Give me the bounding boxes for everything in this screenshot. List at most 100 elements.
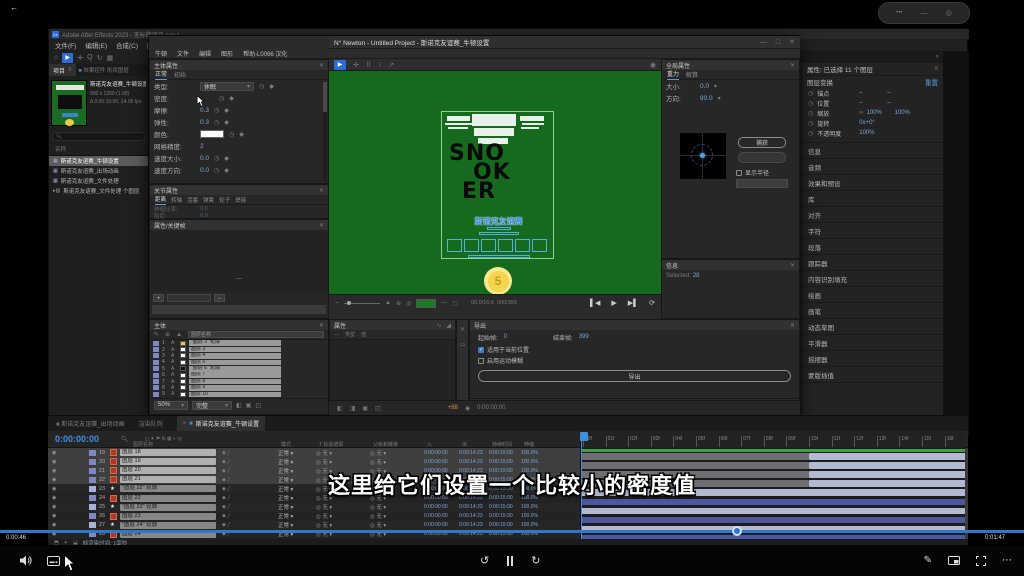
eye-icon[interactable]: ◉: [48, 522, 60, 528]
link-icon[interactable]: ∞: [859, 110, 863, 116]
panel-section-9[interactable]: 绘画: [802, 287, 943, 303]
camera-tool-icon[interactable]: ▦: [106, 54, 113, 62]
project-item[interactable]: ▦斯诺克友谊赛_牛顿设置: [49, 156, 148, 166]
eye-icon[interactable]: ◉: [48, 504, 60, 510]
camera-icon[interactable]: ◉: [465, 405, 470, 412]
edit-pencil-icon[interactable]: ✎: [924, 555, 932, 566]
add-keyframe-button[interactable]: +: [153, 294, 164, 302]
project-search-input[interactable]: 🔍︎: [52, 132, 145, 141]
end-frame-value[interactable]: 399: [579, 334, 589, 340]
out-value[interactable]: 0:00:14:23: [459, 522, 489, 528]
joint-tab-0[interactable]: 距离: [155, 195, 166, 205]
stretch-value[interactable]: 100.0%: [521, 513, 549, 519]
mode-select[interactable]: 正常 ▾: [278, 503, 316, 511]
pause-icon[interactable]: [507, 556, 513, 566]
in-value[interactable]: 0:00:00:00: [424, 459, 459, 465]
keyframe-diamond-icon[interactable]: ◆: [229, 95, 234, 102]
gravity-tool-icon[interactable]: ↓: [378, 61, 382, 68]
parent-select[interactable]: ◎ 无 ▾: [370, 458, 424, 466]
type-dropdown[interactable]: 休眠▾: [200, 82, 254, 91]
layer-bar[interactable]: [581, 535, 965, 539]
panel-section-14[interactable]: 蒙版插值: [802, 367, 943, 383]
zoom-slider[interactable]: [344, 303, 380, 304]
joint-tab-5[interactable]: 焊接: [235, 196, 246, 204]
fullscreen-icon[interactable]: [976, 556, 986, 566]
newton-menu-0[interactable]: 牛顿: [155, 49, 167, 58]
timeline-col-header[interactable]: 伸缩: [524, 441, 552, 448]
snapshot-icon[interactable]: ◉: [650, 61, 656, 69]
stopwatch-icon[interactable]: ◷: [808, 130, 813, 137]
close-circle-icon[interactable]: ◎: [946, 9, 952, 17]
trash-icon[interactable]: ▭: [460, 341, 466, 348]
label-chip[interactable]: [89, 522, 96, 528]
bodies-filter-input[interactable]: 图层名称: [188, 331, 324, 338]
transform-value-2[interactable]: –: [887, 90, 890, 96]
transform-value-1[interactable]: 0x+0°: [859, 120, 887, 126]
joint-tab-2[interactable]: 活塞: [187, 196, 198, 204]
stretch-value[interactable]: 100.0%: [521, 450, 549, 456]
zoom-out-icon[interactable]: −: [335, 300, 339, 307]
keyframe-diamond-icon[interactable]: ◆: [239, 131, 244, 138]
go-to-start-icon[interactable]: ▌◀: [590, 299, 600, 307]
project-item[interactable]: ▸▨斯诺克友谊赛_文件处理 个图层: [49, 186, 148, 196]
view-icon-1[interactable]: ◧: [236, 402, 242, 409]
scrollbar[interactable]: [323, 82, 327, 182]
matte-select[interactable]: ◎ 无 ▾: [316, 449, 370, 457]
layer-bar[interactable]: [581, 453, 809, 460]
zoom-in-icon[interactable]: ▲: [385, 300, 391, 306]
layer-switches[interactable]: ◆ ╱: [222, 459, 278, 465]
stopwatch-icon[interactable]: ◷: [214, 107, 219, 114]
home-icon[interactable]: ⌂: [54, 54, 58, 61]
tab-solver[interactable]: 解算: [686, 70, 698, 79]
stopwatch-icon[interactable]: ◷: [808, 120, 813, 127]
body-field-value[interactable]: 0.3: [200, 107, 209, 114]
panel-section-5[interactable]: 字符: [802, 223, 943, 239]
stopwatch-icon[interactable]: ◷: [259, 83, 264, 90]
keyframe-diamond-icon[interactable]: ◆: [224, 119, 229, 126]
gravity-size-value[interactable]: 0.0: [700, 83, 709, 90]
panel-close-icon[interactable]: ✕: [790, 322, 795, 329]
timeline-layer-row[interactable]: ◉26图层 23◆ ╱正常 ▾◎ 无 ▾◎ 无 ▾0:00:00:000:00:…: [48, 512, 580, 521]
stopwatch-icon[interactable]: ◷: [808, 90, 813, 97]
newton-maximize-icon[interactable]: □: [776, 39, 780, 46]
duration-value[interactable]: 0:00:15:00: [489, 504, 521, 510]
ae-menu-0[interactable]: 文件(F): [55, 40, 76, 50]
replay-icon[interactable]: ↺: [480, 554, 489, 567]
bounds-icon[interactable]: ▢: [452, 300, 458, 307]
panel-section-7[interactable]: 跟踪器: [802, 255, 943, 271]
stopwatch-icon[interactable]: ◷: [214, 155, 219, 162]
timeline-ruler[interactable]: 00f01f02f03f04f05f06f07f08f09f10f11f12f1…: [580, 431, 965, 448]
panel-section-11[interactable]: 动态草图: [802, 319, 943, 335]
panel-section-12[interactable]: 平滑器: [802, 335, 943, 351]
transform-value-2[interactable]: 100%: [895, 110, 910, 116]
radius-checkbox[interactable]: 显示半径: [736, 168, 769, 177]
eye-icon[interactable]: ◉: [48, 513, 60, 519]
body-field-value[interactable]: 0.0: [200, 155, 209, 162]
tab-gravity[interactable]: 重力: [667, 69, 679, 80]
pip-icon[interactable]: [948, 556, 960, 565]
stopwatch-icon[interactable]: ◷: [808, 100, 813, 107]
comp-name[interactable]: 斯诺克友谊赛_牛顿设置: [90, 80, 146, 88]
parent-select[interactable]: ◎ 无 ▾: [370, 449, 424, 457]
panel-close-icon[interactable]: ✕: [319, 322, 324, 329]
subtitle-toggle-icon[interactable]: [47, 556, 60, 566]
newton-menu-3[interactable]: 图形: [221, 49, 233, 58]
duration-value[interactable]: 0:00:15:00: [489, 513, 521, 519]
project-name-header[interactable]: 名称: [49, 143, 148, 156]
tab-project[interactable]: 项目≡: [49, 64, 76, 76]
layer-switches[interactable]: ◆ ╱: [222, 450, 278, 456]
mode-select[interactable]: 正常 ▾: [278, 458, 316, 466]
stopwatch-icon[interactable]: ◷: [219, 95, 224, 102]
layer-bar[interactable]: [809, 453, 965, 460]
panel-section-13[interactable]: 摇摆器: [802, 351, 943, 367]
step-forward-icon[interactable]: ▶▌: [628, 299, 638, 307]
timeline-tab-render-queue[interactable]: 渲染队列: [139, 419, 163, 428]
panel-section-8[interactable]: 内容识别填充: [802, 271, 943, 287]
color-swatch[interactable]: [200, 130, 224, 138]
hand-tool-icon[interactable]: ✛: [77, 54, 83, 62]
timeline-col-header[interactable]: 图层名称: [133, 441, 281, 448]
timeline-col-header[interactable]: T 轨道遮罩: [319, 441, 373, 448]
panel-close-icon[interactable]: ✕: [790, 62, 795, 69]
matte-select[interactable]: ◎ 无 ▾: [316, 503, 370, 511]
body-field-value[interactable]: 2: [200, 143, 204, 150]
